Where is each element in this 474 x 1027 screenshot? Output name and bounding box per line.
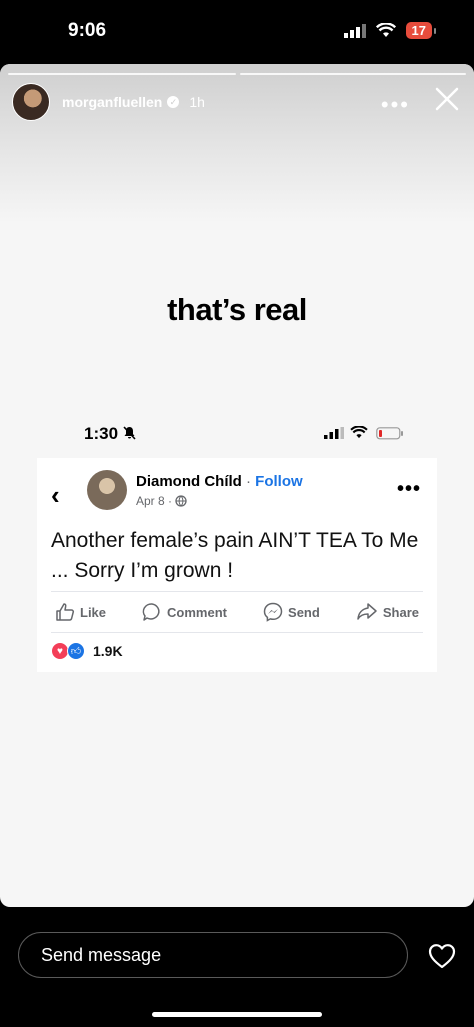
facebook-post-card: ‹ Diamond Chíld · Follow Apr 8 · ••• Ano… (37, 458, 437, 672)
status-time: 9:06 (68, 20, 107, 41)
comment-button[interactable]: Comment (142, 600, 227, 624)
send-message-input[interactable] (18, 932, 408, 978)
system-status-bar: 9:06 17 (0, 0, 474, 64)
post-more-icon[interactable]: ••• (397, 478, 421, 501)
story-header: morganfluellen ✓ 1h ••• (12, 83, 464, 121)
reaction-summary[interactable]: ♥ 👍︎ 1.9K (51, 642, 123, 660)
like-label: Like (80, 604, 107, 620)
post-author-avatar[interactable] (87, 470, 127, 510)
post-date: Apr 8 (136, 494, 165, 508)
send-label: Send (288, 604, 320, 620)
verified-badge-icon: ✓ (167, 96, 180, 108)
avatar[interactable] (12, 83, 50, 121)
story-username[interactable]: morganfluellen (62, 94, 162, 110)
like-button[interactable]: Like (55, 600, 106, 624)
mute-bell-icon (123, 426, 136, 440)
follow-link[interactable]: Follow (255, 473, 303, 490)
back-chevron-icon[interactable]: ‹ (51, 480, 60, 511)
reply-bar (0, 907, 474, 1027)
embedded-time: 1:30 (84, 424, 136, 444)
embedded-battery-icon (376, 427, 403, 440)
post-text: Another female’s pain AIN’T TEA To Me ..… (51, 529, 419, 582)
reaction-count: 1.9K (93, 643, 123, 659)
status-indicators: 17 (343, 22, 437, 39)
cellular-signal-icon (343, 23, 366, 38)
embedded-signal-icon (324, 427, 344, 439)
battery-icon: 17 (405, 22, 437, 39)
home-indicator (152, 1012, 322, 1017)
more-options-icon[interactable]: ••• (381, 92, 410, 118)
post-actions: Like Comment Send Share (55, 600, 419, 624)
share-button[interactable]: Share (356, 600, 419, 624)
divider (51, 632, 423, 633)
share-arrow-icon (357, 603, 377, 620)
story-viewer[interactable]: morganfluellen ✓ 1h ••• that’s real 1:30 (0, 64, 474, 907)
story-progress-bar-1 (8, 73, 236, 75)
post-author-line: Diamond Chíld · Follow (136, 473, 303, 490)
story-age: 1h (189, 94, 205, 110)
story-caption: that’s real (167, 292, 307, 327)
divider (51, 591, 423, 592)
embedded-status-bar: 1:30 (84, 424, 404, 446)
close-icon[interactable] (432, 84, 462, 114)
embedded-wifi-icon (350, 426, 368, 439)
globe-icon (175, 495, 188, 507)
wifi-icon (375, 23, 396, 37)
share-label: Share (382, 604, 419, 620)
comment-label: Comment (167, 604, 227, 620)
post-author-name[interactable]: Diamond Chíld (136, 473, 242, 490)
like-reaction-icon: 👍︎ (67, 642, 85, 660)
send-button[interactable]: Send (263, 600, 320, 624)
thumbs-up-icon (56, 603, 75, 621)
comment-bubble-icon (142, 603, 160, 621)
messenger-icon (263, 602, 283, 622)
story-progress-bar-2 (240, 73, 466, 75)
heart-icon[interactable] (428, 943, 456, 969)
post-meta: Apr 8 · (136, 494, 188, 508)
